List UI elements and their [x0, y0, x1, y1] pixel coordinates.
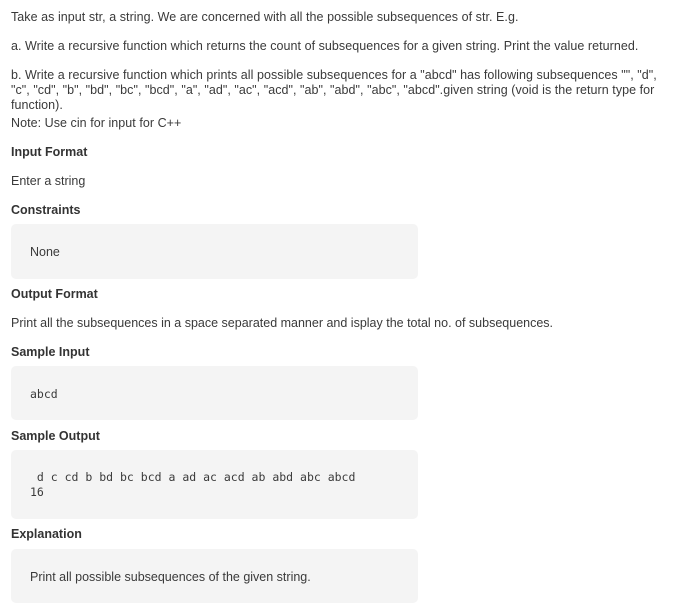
- sample-output-box: d c cd b bd bc bcd a ad ac acd ab abd ab…: [11, 450, 418, 519]
- constraints-box: None: [11, 224, 418, 279]
- explanation-heading: Explanation: [11, 527, 82, 541]
- part-b-text: b. Write a recursive function which prin…: [11, 68, 657, 112]
- sample-output-line-1: d c cd b bd bc bcd a ad ac acd ab abd ab…: [30, 470, 356, 484]
- constraints-text: None: [30, 245, 60, 259]
- sample-output-line-2: 16: [30, 485, 44, 499]
- output-format-text: Print all the subsequences in a space se…: [11, 316, 554, 330]
- input-format-heading: Input Format: [11, 145, 88, 159]
- sample-output-heading: Sample Output: [11, 429, 100, 443]
- sample-input-text: abcd: [30, 387, 58, 401]
- intro-text: Take as input str, a string. We are conc…: [11, 10, 519, 24]
- input-format-text: Enter a string: [11, 174, 86, 188]
- explanation-text: Print all possible subsequences of the g…: [30, 570, 311, 584]
- sample-input-heading: Sample Input: [11, 345, 90, 359]
- note-text: Note: Use cin for input for C++: [11, 116, 182, 130]
- constraints-heading: Constraints: [11, 203, 81, 217]
- explanation-box: Print all possible subsequences of the g…: [11, 549, 418, 603]
- output-format-heading: Output Format: [11, 287, 98, 301]
- part-a-text: a. Write a recursive function which retu…: [11, 39, 639, 53]
- sample-input-box: abcd: [11, 366, 418, 420]
